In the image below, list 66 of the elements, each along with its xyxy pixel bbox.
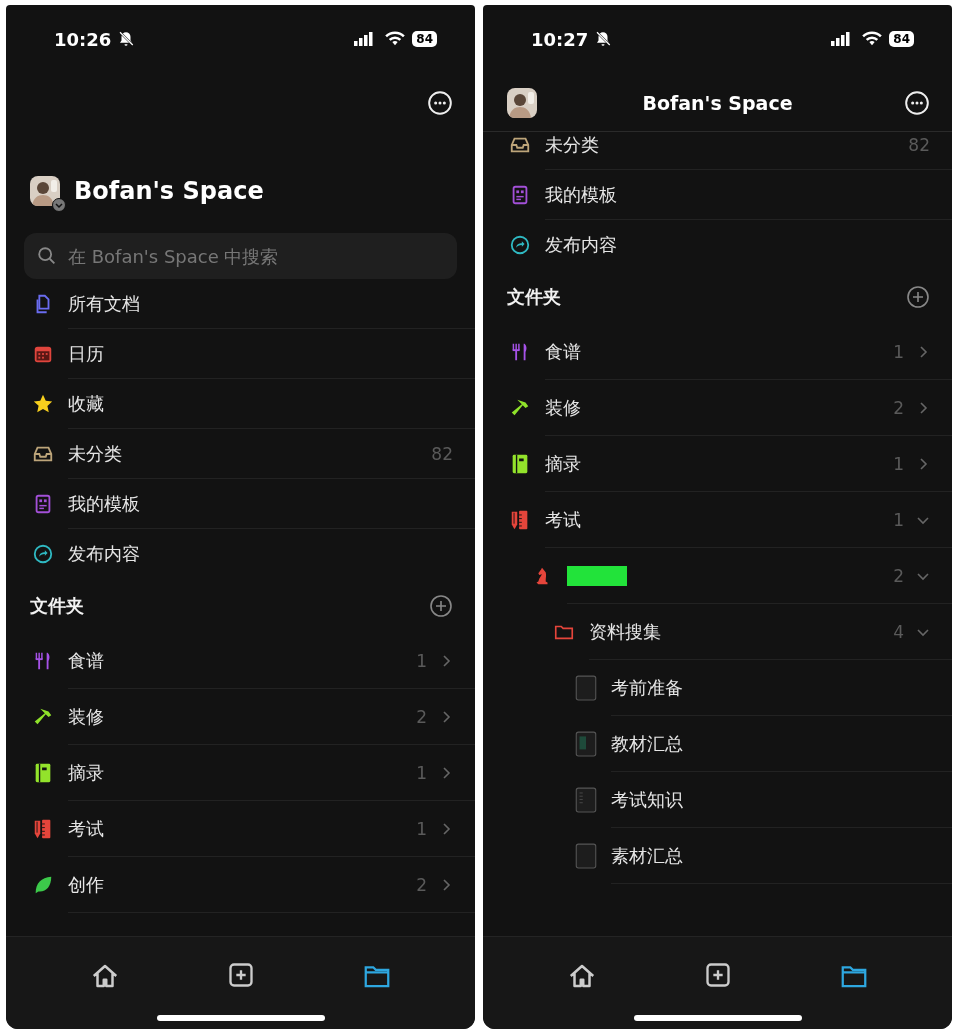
folder-name[interactable]: 装修 — [68, 704, 409, 729]
share-icon — [32, 543, 54, 565]
avatar[interactable] — [507, 88, 537, 118]
document-icon — [573, 673, 599, 703]
item-count: 1 — [893, 509, 904, 530]
folder-name[interactable]: 考试 — [68, 816, 409, 841]
document-icon — [573, 729, 599, 759]
battery-indicator: 84 — [412, 31, 437, 47]
folder-name[interactable]: 创作 — [68, 872, 409, 897]
nav-item[interactable]: 日历 — [68, 341, 453, 366]
nav-item[interactable]: 未分类 — [545, 132, 901, 157]
document-title[interactable]: 考前准备 — [611, 675, 930, 700]
add-folder-button[interactable] — [906, 285, 930, 309]
folder-name[interactable]: 食谱 — [545, 339, 886, 364]
folder-name[interactable]: 摘录 — [68, 760, 409, 785]
document-icon — [573, 841, 599, 871]
item-count: 2 — [893, 397, 904, 418]
folder-name[interactable]: 摘录 — [545, 451, 886, 476]
search-field[interactable]: 在 Bofan's Space 中搜索 — [24, 233, 457, 279]
document-icon — [573, 785, 599, 815]
nav-item[interactable]: 收藏 — [68, 391, 453, 416]
item-count: 1 — [416, 650, 427, 671]
item-count: 2 — [416, 874, 427, 895]
item-count: 82 — [431, 443, 453, 464]
folder-name[interactable]: 装修 — [545, 395, 886, 420]
battery-indicator: 84 — [889, 31, 914, 47]
item-count: 1 — [416, 818, 427, 839]
nav-item[interactable]: 发布内容 — [545, 233, 930, 257]
wifi-icon — [861, 31, 884, 47]
item-count: 1 — [893, 453, 904, 474]
space-title: Bofan's Space — [74, 177, 264, 205]
space-title: Bofan's Space — [642, 92, 793, 114]
item-count: 1 — [416, 762, 427, 783]
wifi-icon — [384, 31, 407, 47]
bell-slash-icon — [117, 30, 136, 48]
add-icon — [703, 961, 732, 989]
add-folder-button[interactable] — [429, 594, 453, 618]
more-button[interactable] — [904, 90, 930, 116]
folder-name[interactable]: 资料搜集 — [589, 619, 886, 644]
item-count: 4 — [893, 621, 904, 642]
nav-item[interactable]: 我的模板 — [68, 491, 453, 516]
nav-item[interactable]: 所有文档 — [68, 291, 453, 316]
folder-name[interactable]: 食谱 — [68, 648, 409, 673]
item-count: 2 — [893, 565, 904, 586]
document-title[interactable]: 考试知识 — [611, 787, 930, 812]
avatar[interactable] — [30, 176, 60, 206]
add-icon — [226, 961, 255, 989]
folder-name[interactable]: 考试 — [545, 507, 886, 532]
redacted-block — [567, 565, 627, 586]
star-icon — [32, 393, 54, 415]
nav-item[interactable]: 我的模板 — [545, 182, 930, 207]
section-title: 文件夹 — [507, 285, 561, 309]
share-icon — [509, 234, 531, 256]
nav-item[interactable]: 发布内容 — [68, 542, 453, 566]
item-count: 82 — [908, 134, 930, 155]
document-title[interactable]: 教材汇总 — [611, 731, 930, 756]
document-title[interactable]: 素材汇总 — [611, 843, 930, 868]
status-time: 10:26 — [54, 28, 112, 50]
section-title: 文件夹 — [30, 594, 84, 618]
nav-item[interactable]: 未分类 — [68, 441, 424, 466]
chevron-badge-icon[interactable] — [52, 198, 66, 212]
item-count: 1 — [893, 341, 904, 362]
more-button[interactable] — [427, 90, 453, 116]
item-count: 2 — [416, 706, 427, 727]
bell-slash-icon — [594, 30, 613, 48]
status-time: 10:27 — [531, 28, 589, 50]
